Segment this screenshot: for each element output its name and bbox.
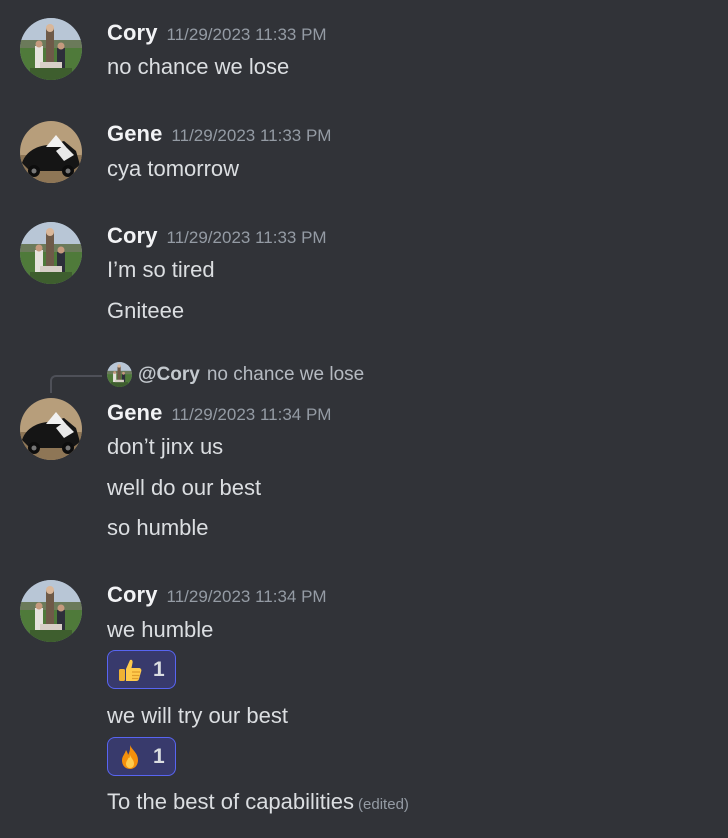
- reply-reference[interactable]: @Cory no chance we lose: [107, 362, 364, 387]
- gene-avatar-icon[interactable]: [20, 398, 82, 460]
- message-text: cya tomorrow: [107, 156, 240, 181]
- chat-message-list: Cory 11/29/2023 11:33 PM no chance we lo…: [0, 0, 728, 838]
- message-header: Cory 11/29/2023 11:33 PM: [107, 20, 327, 46]
- gene-avatar-icon[interactable]: [20, 121, 82, 183]
- message-text: no chance we lose: [107, 54, 290, 79]
- reaction-fire[interactable]: 1: [107, 737, 176, 776]
- reaction-thumbs-up[interactable]: 1: [107, 650, 176, 689]
- timestamp: 11/29/2023 11:33 PM: [171, 126, 332, 145]
- timestamp: 11/29/2023 11:34 PM: [171, 405, 332, 424]
- message-header: Cory 11/29/2023 11:33 PM: [107, 223, 327, 249]
- message-text: we humble: [107, 617, 214, 642]
- reply-spine: [50, 375, 102, 393]
- author-name[interactable]: Cory: [107, 223, 158, 249]
- reaction-count: 1: [153, 657, 165, 681]
- timestamp: 11/29/2023 11:34 PM: [166, 587, 327, 606]
- thumbs-up-icon: [117, 657, 143, 683]
- message-text: Gniteee: [107, 298, 185, 323]
- author-name[interactable]: Gene: [107, 121, 162, 147]
- message-text: well do our best: [107, 475, 262, 500]
- fire-icon: [117, 744, 143, 770]
- cory-avatar-icon[interactable]: [20, 18, 82, 80]
- message-text-edited: To the best of capabilities (edited): [107, 789, 409, 818]
- message-text: I’m so tired: [107, 257, 215, 282]
- reply-preview-text[interactable]: no chance we lose: [207, 364, 364, 386]
- message-text: To the best of capabilities: [107, 789, 355, 814]
- message-text: so humble: [107, 515, 209, 540]
- cory-avatar-icon: [107, 362, 132, 387]
- author-name[interactable]: Cory: [107, 582, 158, 608]
- cory-avatar-icon[interactable]: [20, 222, 82, 284]
- author-name[interactable]: Gene: [107, 400, 162, 426]
- message-text: we will try our best: [107, 703, 288, 728]
- message-text: don’t jinx us: [107, 434, 224, 459]
- author-name[interactable]: Cory: [107, 20, 158, 46]
- reply-mention[interactable]: @Cory: [138, 364, 200, 386]
- timestamp: 11/29/2023 11:33 PM: [166, 25, 327, 44]
- message-header: Gene 11/29/2023 11:33 PM: [107, 121, 331, 147]
- cory-avatar-icon[interactable]: [20, 580, 82, 642]
- message-header: Cory 11/29/2023 11:34 PM: [107, 582, 327, 608]
- edited-label: (edited): [358, 796, 409, 813]
- reaction-count: 1: [153, 744, 165, 768]
- timestamp: 11/29/2023 11:33 PM: [166, 228, 327, 247]
- message-header: Gene 11/29/2023 11:34 PM: [107, 400, 331, 426]
